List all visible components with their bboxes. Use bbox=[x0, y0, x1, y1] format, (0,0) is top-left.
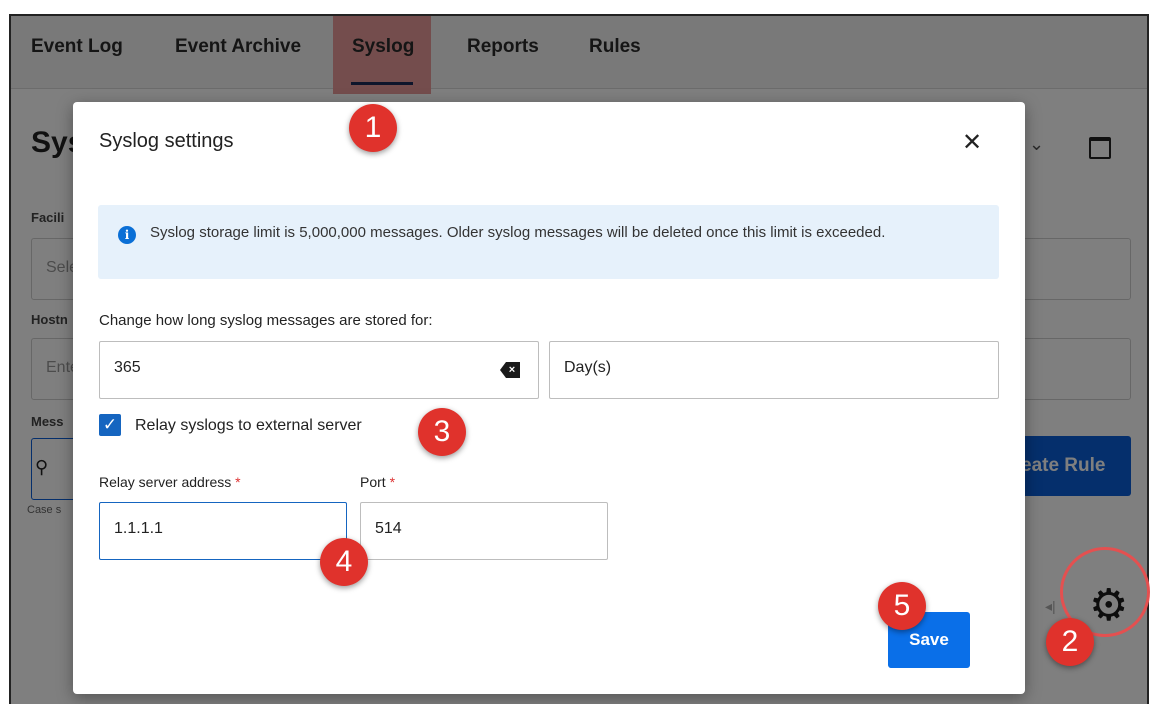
retention-unit-value: Day(s) bbox=[564, 359, 612, 376]
close-icon[interactable]: ✕ bbox=[962, 128, 982, 157]
backspace-icon[interactable]: × bbox=[500, 362, 520, 378]
callout-5: 5 bbox=[878, 582, 926, 630]
relay-address-value: 1.1.1.1 bbox=[114, 520, 163, 537]
relay-address-label-text: Relay server address bbox=[99, 474, 232, 490]
relay-address-label: Relay server address * bbox=[99, 474, 241, 490]
callout-2: 2 bbox=[1046, 618, 1094, 666]
required-mark: * bbox=[235, 474, 241, 490]
callout-4: 4 bbox=[320, 538, 368, 586]
retention-value: 365 bbox=[114, 359, 141, 376]
callout-3: 3 bbox=[418, 408, 466, 456]
port-value: 514 bbox=[375, 520, 402, 537]
port-input[interactable]: 514 bbox=[360, 502, 608, 560]
relay-address-input[interactable]: 1.1.1.1 bbox=[99, 502, 347, 560]
retention-input[interactable]: 365 × bbox=[99, 341, 539, 399]
retention-unit-select[interactable]: Day(s) bbox=[549, 341, 999, 399]
port-label: Port * bbox=[360, 474, 395, 490]
callout-1: 1 bbox=[349, 104, 397, 152]
info-circle-icon: i bbox=[118, 226, 136, 244]
info-text: Syslog storage limit is 5,000,000 messag… bbox=[150, 224, 886, 241]
relay-checkbox-label[interactable]: Relay syslogs to external server bbox=[135, 417, 362, 435]
info-banner: i Syslog storage limit is 5,000,000 mess… bbox=[98, 205, 999, 279]
port-label-text: Port bbox=[360, 474, 386, 490]
retention-label: Change how long syslog messages are stor… bbox=[99, 312, 433, 329]
dialog-title: Syslog settings bbox=[99, 130, 234, 152]
required-mark: * bbox=[389, 474, 396, 490]
relay-checkbox[interactable]: ✓ bbox=[99, 414, 121, 436]
